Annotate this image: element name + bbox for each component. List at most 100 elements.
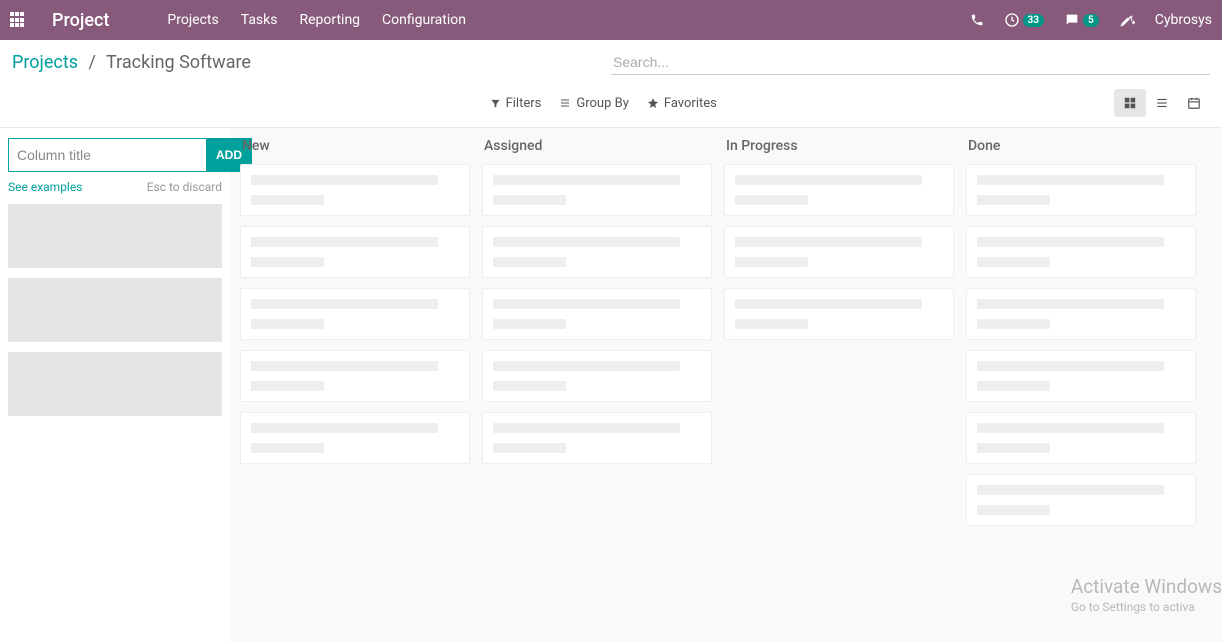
skeleton-line	[493, 319, 566, 329]
skeleton-line	[251, 257, 324, 267]
skeleton-line	[735, 175, 922, 185]
skeleton-line	[251, 361, 438, 371]
column-title: Assigned	[482, 138, 712, 154]
ghost-card	[8, 278, 222, 342]
activity-icon[interactable]: 33	[1004, 12, 1044, 28]
nav-left: Project Projects Tasks Reporting Configu…	[10, 10, 466, 31]
list-view-button[interactable]	[1146, 89, 1178, 117]
quick-create-hints: See examples Esc to discard	[8, 180, 222, 194]
skeleton-line	[493, 381, 566, 391]
funnel-icon	[490, 98, 501, 109]
kanban-card[interactable]	[482, 350, 712, 402]
filter-row: Filters Group By Favorites	[12, 89, 1210, 127]
messages-badge: 5	[1083, 14, 1099, 27]
nav-menu-configuration[interactable]: Configuration	[382, 12, 466, 28]
see-examples-link[interactable]: See examples	[8, 180, 82, 194]
kanban-card[interactable]	[966, 288, 1196, 340]
kanban-card[interactable]	[724, 164, 954, 216]
kanban-card[interactable]	[966, 350, 1196, 402]
skeleton-line	[493, 361, 680, 371]
skeleton-line	[251, 423, 438, 433]
control-panel: Projects / Tracking Software Filters Gro…	[0, 40, 1222, 128]
skeleton-line	[251, 381, 324, 391]
search-input[interactable]	[611, 50, 1210, 75]
column-title: Done	[966, 138, 1196, 154]
phone-icon[interactable]	[970, 13, 984, 27]
calendar-icon	[1187, 96, 1201, 110]
filters-button[interactable]: Filters	[490, 96, 542, 111]
skeleton-line	[493, 195, 566, 205]
kanban-card[interactable]	[240, 412, 470, 464]
calendar-view-button[interactable]	[1178, 89, 1210, 117]
kanban-card[interactable]	[966, 412, 1196, 464]
ghost-stack	[8, 204, 222, 416]
kanban-column[interactable]: Assigned	[476, 138, 718, 632]
skeleton-line	[493, 443, 566, 453]
skeleton-line	[977, 257, 1050, 267]
nav-menu-reporting[interactable]: Reporting	[299, 12, 360, 28]
watermark-line1: Activate Windows	[1071, 575, 1222, 598]
kanban-column[interactable]: In Progress	[718, 138, 960, 632]
kanban-card[interactable]	[966, 164, 1196, 216]
nav-menu-tasks[interactable]: Tasks	[241, 12, 278, 28]
skeleton-line	[493, 257, 566, 267]
discard-hint: Esc to discard	[147, 180, 222, 194]
debug-icon[interactable]	[1119, 12, 1135, 28]
filter-group: Filters Group By Favorites	[490, 96, 717, 111]
ghost-card	[8, 352, 222, 416]
activity-badge: 33	[1023, 14, 1044, 27]
kanban-card[interactable]	[240, 350, 470, 402]
apps-icon[interactable]	[10, 12, 26, 28]
favorites-button[interactable]: Favorites	[647, 96, 717, 111]
breadcrumb-current: Tracking Software	[106, 52, 251, 73]
quick-create-row: ADD	[8, 138, 222, 172]
skeleton-line	[977, 485, 1164, 495]
kanban-card[interactable]	[724, 226, 954, 278]
skeleton-line	[977, 505, 1050, 515]
skeleton-line	[735, 319, 808, 329]
column-title: New	[240, 138, 470, 154]
kanban-card[interactable]	[724, 288, 954, 340]
kanban-view-button[interactable]	[1114, 89, 1146, 117]
star-icon	[647, 97, 659, 109]
ghost-card	[8, 204, 222, 268]
breadcrumb-root[interactable]: Projects	[12, 52, 78, 73]
kanban-card[interactable]	[482, 226, 712, 278]
kanban-column[interactable]: New	[234, 138, 476, 632]
skeleton-line	[977, 237, 1164, 247]
groupby-button[interactable]: Group By	[559, 96, 629, 111]
skeleton-line	[735, 195, 808, 205]
kanban-card[interactable]	[482, 288, 712, 340]
kanban-icon	[1123, 96, 1137, 110]
nav-menu: Projects Tasks Reporting Configuration	[167, 12, 466, 28]
windows-watermark: Activate Windows Go to Settings to activ…	[1071, 575, 1222, 614]
kanban-card[interactable]	[482, 412, 712, 464]
breadcrumb-row: Projects / Tracking Software	[12, 50, 1210, 75]
nav-menu-projects[interactable]: Projects	[167, 12, 218, 28]
kanban-card[interactable]	[482, 164, 712, 216]
kanban-card[interactable]	[966, 226, 1196, 278]
skeleton-line	[493, 175, 680, 185]
column-title: In Progress	[724, 138, 954, 154]
skeleton-line	[251, 299, 438, 309]
kanban-board: ADD See examples Esc to discard New Assig…	[0, 128, 1222, 642]
skeleton-line	[493, 299, 680, 309]
kanban-card[interactable]	[240, 288, 470, 340]
kanban-column[interactable]: Done	[960, 138, 1202, 632]
skeleton-line	[977, 175, 1164, 185]
favorites-label: Favorites	[664, 96, 717, 111]
messages-icon[interactable]: 5	[1064, 12, 1099, 28]
brand-title[interactable]: Project	[52, 10, 109, 31]
skeleton-line	[251, 443, 324, 453]
column-title-input[interactable]	[8, 138, 206, 172]
user-menu[interactable]: Cybrosys	[1155, 12, 1212, 28]
kanban-card[interactable]	[966, 474, 1196, 526]
search-wrap	[611, 50, 1210, 75]
breadcrumb: Projects / Tracking Software	[12, 52, 611, 73]
filters-label: Filters	[506, 96, 542, 111]
skeleton-line	[251, 237, 438, 247]
skeleton-line	[977, 381, 1050, 391]
kanban-card[interactable]	[240, 164, 470, 216]
kanban-card[interactable]	[240, 226, 470, 278]
list-icon	[559, 97, 571, 109]
